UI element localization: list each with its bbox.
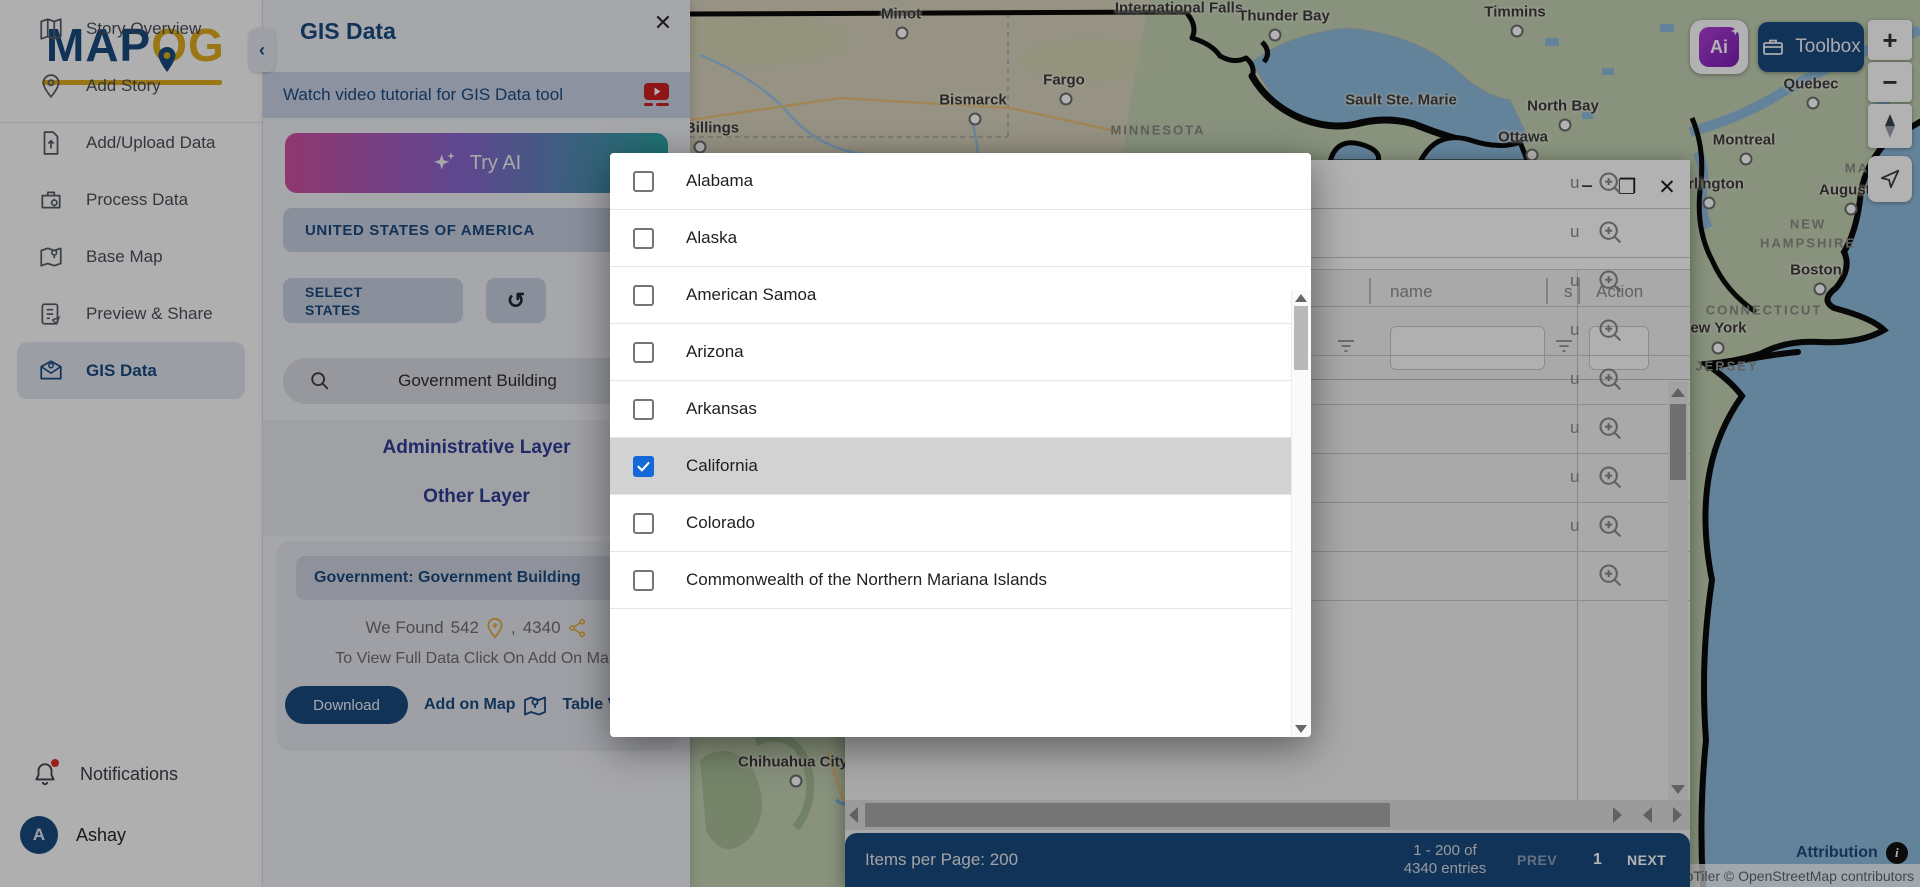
scrollbar-thumb[interactable] (1294, 306, 1308, 370)
modal-scrollbar[interactable] (1291, 290, 1311, 737)
select-states-modal: Select States APPLY Alabama (610, 153, 1311, 737)
scroll-up-arrow[interactable] (1295, 294, 1307, 302)
state-checkbox[interactable] (633, 227, 654, 249)
state-list-item-american-samoa[interactable]: American Samoa (610, 267, 1311, 324)
app-root: Billings Minot Bismarck Fargo International … (0, 0, 1920, 887)
state-name: Alabama (686, 171, 754, 190)
state-name: Arizona (686, 342, 744, 361)
state-name: Commonwealth of the Northern Mariana Isl… (686, 570, 1047, 589)
state-checkbox[interactable] (633, 170, 654, 192)
state-checkbox[interactable] (633, 398, 654, 420)
state-checkbox[interactable] (633, 341, 654, 363)
state-checkbox[interactable] (633, 569, 654, 591)
state-list-item-arkansas[interactable]: Arkansas (610, 381, 1311, 438)
state-list-item-alaska[interactable]: Alaska (610, 210, 1311, 267)
state-list-item-arizona[interactable]: Arizona (610, 324, 1311, 381)
state-name: Arkansas (686, 399, 757, 418)
state-list-item-commonwealth-of-the-northern-mariana-islands[interactable]: Commonwealth of the Northern Mariana Isl… (610, 552, 1311, 609)
checkmark-icon (637, 461, 650, 472)
state-name: Alaska (686, 228, 738, 247)
state-list-item-california[interactable]: California (610, 438, 1311, 495)
state-list-item-colorado[interactable]: Colorado (610, 495, 1311, 552)
state-checkbox[interactable] (633, 512, 654, 534)
state-name: California (686, 456, 758, 475)
state-list-item-alabama[interactable]: Alabama (610, 153, 1311, 210)
scroll-down-arrow[interactable] (1295, 725, 1307, 733)
state-name: American Samoa (686, 285, 817, 304)
state-checkbox[interactable] (633, 455, 654, 477)
state-name: Colorado (686, 513, 755, 532)
state-checkbox[interactable] (633, 284, 654, 306)
